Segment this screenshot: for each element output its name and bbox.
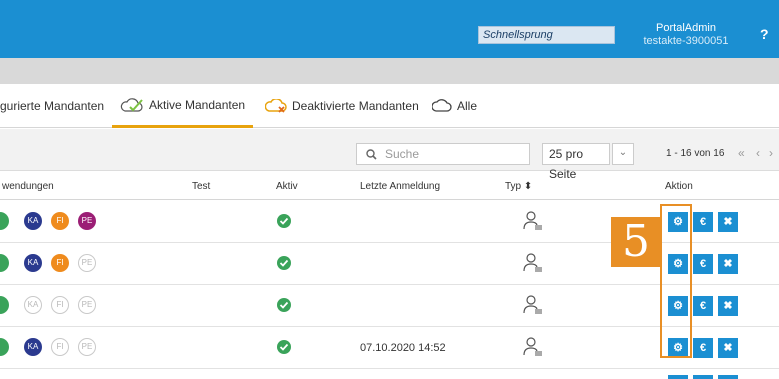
help-button[interactable]: ? — [760, 26, 769, 42]
app-badge-partial — [0, 212, 9, 230]
column-last-login: Letzte Anmeldung — [360, 181, 441, 192]
tab-configured-clients[interactable]: gurierte Mandanten — [0, 84, 104, 128]
cloud-icon — [432, 99, 452, 112]
check-circle-icon — [277, 256, 291, 270]
user-type-icon — [523, 253, 542, 272]
app-badge-fi: FI — [51, 254, 69, 272]
per-page-select[interactable]: 25 pro Seite — [542, 143, 610, 181]
tab-label: Deaktivierte Mandanten — [292, 99, 419, 113]
column-type[interactable]: Typ ⬍ — [505, 181, 532, 192]
table-header: wendungen Test Aktiv Letzte Anmeldung Ty… — [0, 172, 779, 200]
settings-button[interactable] — [668, 375, 688, 379]
table-row-partial — [0, 369, 779, 379]
app-badge-pe-inactive: PE — [78, 296, 96, 314]
annotation-step-number: 5 — [611, 217, 661, 267]
delete-button[interactable]: ✖ — [718, 338, 738, 358]
app-badge-pe: PE — [78, 212, 96, 230]
search-input[interactable]: Suche — [356, 143, 530, 165]
table-toolbar: Suche 25 pro Seite ⌄ 1 - 16 von 16 « ‹ › — [0, 129, 779, 181]
app-badge-pe-inactive: PE — [78, 254, 96, 272]
column-action: Aktion — [665, 181, 693, 192]
app-badge-partial — [0, 254, 9, 272]
search-icon — [366, 149, 377, 160]
top-navigation-bar: Schnellsprung PortalAdmin testakte-39000… — [0, 0, 779, 58]
delete-button[interactable]: ✖ — [718, 212, 738, 232]
app-badge-ka: KA — [24, 338, 42, 356]
billing-button[interactable]: € — [693, 212, 713, 232]
app-badge-ka: KA — [24, 254, 42, 272]
delete-button[interactable]: ✖ — [718, 296, 738, 316]
per-page-dropdown-button[interactable]: ⌄ — [612, 143, 634, 165]
delete-button[interactable]: ✖ — [718, 254, 738, 274]
column-test: Test — [192, 181, 211, 192]
cloud-check-icon — [120, 97, 143, 112]
app-badge-pe-inactive: PE — [78, 338, 96, 356]
sub-navigation-bar — [0, 58, 779, 84]
search-placeholder: Suche — [385, 147, 420, 161]
column-active: Aktiv — [276, 181, 298, 192]
app-badge-ka-inactive: KA — [24, 296, 42, 314]
tab-active-clients[interactable]: Aktive Mandanten — [112, 84, 254, 128]
tab-label: gurierte Mandanten — [0, 99, 105, 113]
user-name[interactable]: PortalAdmin — [636, 22, 736, 34]
column-applications: wendungen — [2, 181, 54, 192]
user-type-icon — [523, 295, 542, 314]
last-login-date: 07.10.2020 14:52 — [360, 342, 446, 354]
tab-label: Alle — [457, 99, 478, 113]
next-page-button[interactable]: › — [769, 146, 773, 160]
billing-button[interactable]: € — [693, 254, 713, 274]
app-badge-fi-inactive: FI — [51, 296, 69, 314]
delete-button[interactable] — [718, 375, 738, 379]
tab-label: Aktive Mandanten — [149, 97, 246, 112]
app-badge-partial — [0, 338, 9, 356]
user-type-icon — [523, 337, 542, 356]
annotation-highlight-box — [660, 204, 692, 358]
app-badge-partial — [0, 296, 9, 314]
tab-all-clients[interactable]: Alle — [432, 84, 477, 128]
check-circle-icon — [277, 298, 291, 312]
billing-button[interactable] — [693, 375, 713, 379]
page-info: 1 - 16 von 16 — [666, 148, 725, 159]
check-circle-icon — [277, 214, 291, 228]
check-circle-icon — [277, 340, 291, 354]
billing-button[interactable]: € — [693, 296, 713, 316]
quick-jump-input[interactable]: Schnellsprung — [478, 26, 615, 44]
app-badge-ka: KA — [24, 212, 42, 230]
user-type-icon — [523, 211, 542, 230]
first-page-button[interactable]: « — [738, 146, 745, 160]
app-badge-fi: FI — [51, 212, 69, 230]
tab-bar: gurierte Mandanten Aktive Mandanten Deak… — [0, 84, 779, 128]
user-account-id: testakte-3900051 — [643, 35, 729, 47]
billing-button[interactable]: € — [693, 338, 713, 358]
tab-deactivated-clients[interactable]: Deaktivierte Mandanten — [265, 84, 419, 128]
cloud-x-icon — [265, 99, 287, 113]
chevron-down-icon: ⌄ — [618, 147, 628, 158]
app-badge-fi-inactive: FI — [51, 338, 69, 356]
prev-page-button[interactable]: ‹ — [756, 146, 760, 160]
